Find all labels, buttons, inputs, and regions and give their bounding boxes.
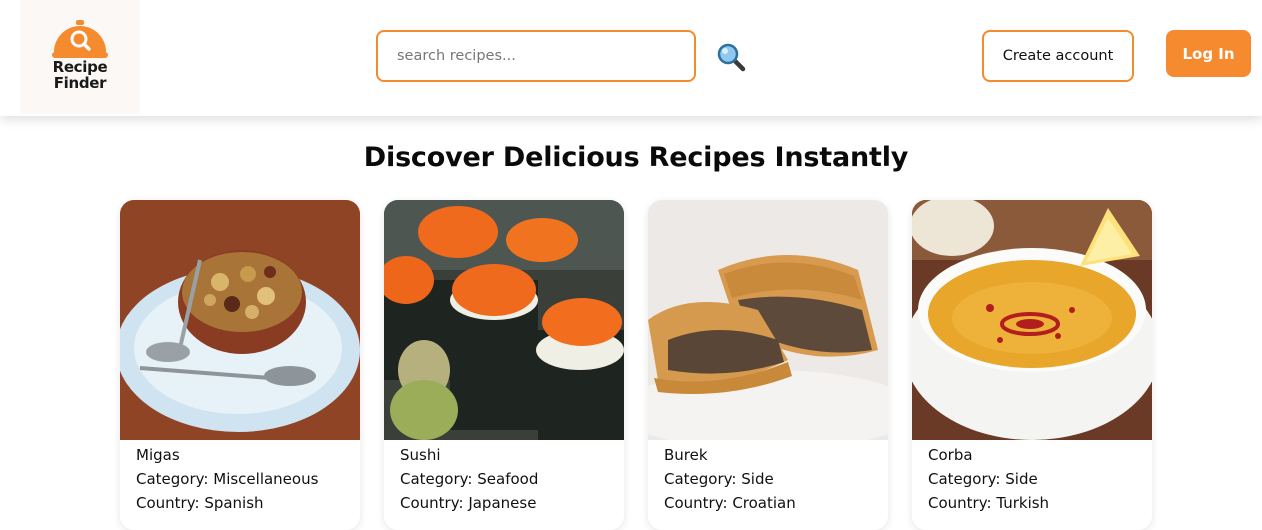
recipe-info: Sushi Category: Seafood Country: Japanes… — [400, 443, 538, 515]
recipe-name: Burek — [664, 446, 708, 464]
recipe-info: Burek Category: Side Country: Croatian — [664, 443, 796, 515]
recipe-country: Country: Japanese — [400, 494, 537, 512]
recipe-image — [120, 200, 360, 440]
magnifier-icon — [717, 43, 746, 72]
page-title: Discover Delicious Recipes Instantly — [363, 142, 909, 173]
cloche-search-icon — [52, 20, 108, 58]
recipe-image — [912, 200, 1152, 440]
recipe-info: Migas Category: Miscellaneous Country: S… — [136, 443, 318, 515]
logo-text: Recipe Finder — [52, 58, 108, 92]
recipe-name: Migas — [136, 446, 180, 464]
recipe-image — [648, 200, 888, 440]
recipe-card[interactable]: Corba Category: Side Country: Turkish — [912, 200, 1152, 530]
search-box — [376, 30, 696, 82]
recipe-country: Country: Spanish — [136, 494, 264, 512]
recipe-image — [384, 200, 624, 440]
login-button[interactable]: Log In — [1166, 30, 1251, 77]
recipe-name: Corba — [928, 446, 973, 464]
search-button[interactable] — [716, 42, 746, 72]
recipe-name: Sushi — [400, 446, 441, 464]
recipe-info: Corba Category: Side Country: Turkish — [928, 443, 1049, 515]
create-account-button[interactable]: Create account — [982, 30, 1134, 82]
recipe-country: Country: Turkish — [928, 494, 1050, 512]
recipe-card[interactable]: Burek Category: Side Country: Croatian — [648, 200, 888, 530]
recipe-card[interactable]: Sushi Category: Seafood Country: Japanes… — [384, 200, 624, 530]
logo[interactable]: Recipe Finder — [20, 0, 140, 114]
recipe-category: Category: Seafood — [400, 470, 539, 488]
recipe-category: Category: Miscellaneous — [136, 470, 319, 488]
recipe-country: Country: Croatian — [664, 494, 796, 512]
recipe-card[interactable]: Migas Category: Miscellaneous Country: S… — [120, 200, 360, 530]
site-header: Recipe Finder Create account Log In — [0, 0, 1262, 116]
recipe-category: Category: Side — [664, 470, 774, 488]
search-input[interactable] — [378, 32, 694, 80]
recipe-category: Category: Side — [928, 470, 1038, 488]
